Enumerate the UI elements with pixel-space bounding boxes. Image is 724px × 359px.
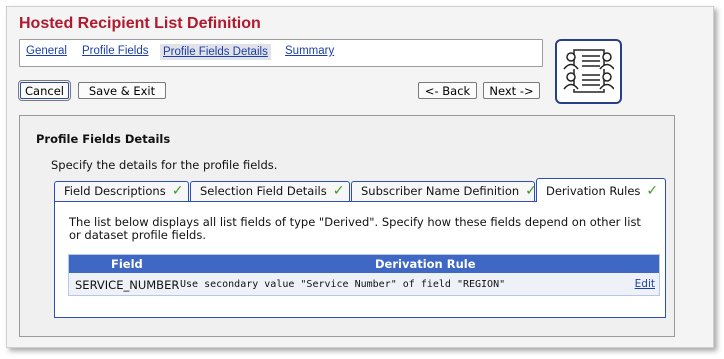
nav-link-general[interactable]: General [26,45,67,57]
recipient-list-logo [555,39,622,104]
nav-link-profile-fields[interactable]: Profile Fields [82,45,148,57]
tab-selection-field-details[interactable]: Selection Field Details ✓ [190,181,350,201]
wizard-nav: General Profile Fields Profile Fields De… [19,39,543,67]
nav-link-profile-fields-details[interactable]: Profile Fields Details [160,44,271,60]
tab-field-descriptions[interactable]: Field Descriptions ✓ [54,181,189,201]
page-title: Hosted Recipient List Definition [19,15,261,32]
table-header: Field Derivation Rule [69,255,659,273]
tab-subscriber-name-definition[interactable]: Subscriber Name Definition ✓ [351,181,537,201]
checkmark-icon: ✓ [332,183,345,199]
page-container: Hosted Recipient List Definition General… [6,6,714,348]
recipient-list-icon [563,49,614,93]
tab-content-derivation-rules: The list below displays all list fields … [54,201,666,318]
tab-label: Derivation Rules [546,184,641,198]
tab-label: Subscriber Name Definition [361,184,520,198]
checkmark-icon: ✓ [171,183,184,199]
save-exit-button[interactable]: Save & Exit [78,82,166,99]
checkmark-icon: ✓ [646,183,659,199]
tab-derivation-rules[interactable]: Derivation Rules ✓ [536,178,666,202]
tab-label: Selection Field Details [200,184,327,198]
next-button[interactable]: Next -> [483,82,540,99]
edit-link[interactable]: Edit [635,278,655,290]
profile-fields-details-panel: Profile Fields Details Specify the detai… [19,115,675,337]
table-row: SERVICE_NUMBER Use secondary value "Serv… [69,273,659,295]
tab-description: The list below displays all list fields … [69,215,641,242]
cancel-button[interactable]: Cancel [18,80,71,101]
cell-derivation-rule: Use secondary value "Service Number" of … [180,279,506,290]
column-header-derivation-rule: Derivation Rule [375,257,476,271]
tab-label: Field Descriptions [64,184,166,198]
panel-description: Specify the details for the profile fiel… [51,158,278,172]
back-button[interactable]: <- Back [418,82,477,99]
column-header-field: Field [111,257,143,271]
derivation-rules-table: Field Derivation Rule SERVICE_NUMBER Use… [68,254,660,296]
nav-link-summary[interactable]: Summary [285,45,334,57]
panel-heading: Profile Fields Details [36,132,171,146]
cell-field: SERVICE_NUMBER [75,278,180,292]
